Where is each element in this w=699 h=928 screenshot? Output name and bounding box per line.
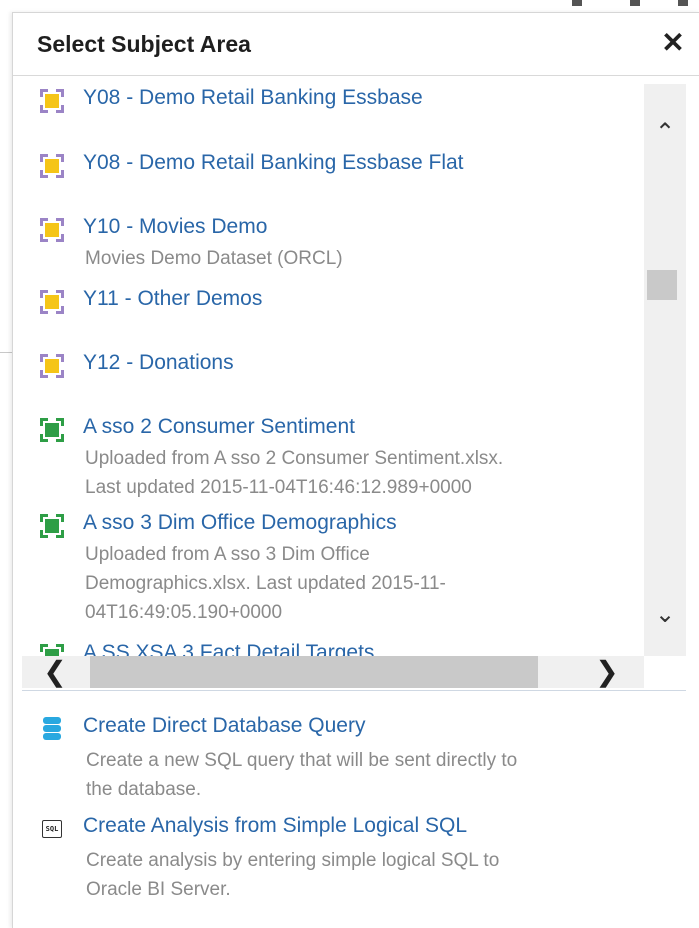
subject-area-list[interactable]: Y08 - Demo Retail Banking Essbase Y08 - D… <box>22 84 644 656</box>
subject-area-description: Uploaded from A sso 3 Dim Office <box>85 544 370 565</box>
action-description: Create a new SQL query that will be sent… <box>86 750 518 771</box>
dataset-cube-icon <box>40 644 64 656</box>
database-icon <box>43 717 61 740</box>
subject-area-name[interactable]: Y12 - Donations <box>83 351 234 375</box>
section-divider <box>22 690 686 691</box>
action-description: the database. <box>86 779 202 800</box>
subject-area-name[interactable]: A sso 2 Consumer Sentiment <box>83 415 355 439</box>
subject-area-name[interactable]: Y11 - Other Demos <box>83 287 262 311</box>
subject-area-name[interactable]: A sso 3 Dim Office Demographics <box>83 511 397 535</box>
scroll-up-icon[interactable]: ⌃ <box>652 120 678 146</box>
scroll-right-icon[interactable]: ❯ <box>592 657 622 687</box>
scroll-down-icon[interactable]: ⌄ <box>652 602 678 628</box>
essbase-cube-icon <box>40 89 64 113</box>
subject-area-description: Demographics.xlsx. Last updated 2015-11- <box>85 573 446 594</box>
action-description: Oracle BI Server. <box>86 879 231 900</box>
dialog-titlebar: Select Subject Area ✕ <box>13 13 699 76</box>
subject-area-description: Last updated 2015-11-04T16:46:12.989+000… <box>85 477 472 498</box>
essbase-cube-icon <box>40 290 64 314</box>
essbase-cube-icon <box>40 218 64 242</box>
subject-area-description: 04T16:49:05.190+0000 <box>85 602 283 623</box>
dataset-cube-icon <box>40 514 64 538</box>
dialog-title: Select Subject Area <box>37 31 251 57</box>
action-description: Create analysis by entering simple logic… <box>86 850 500 871</box>
background-divider <box>0 352 12 353</box>
action-link[interactable]: Create Analysis from Simple Logical SQL <box>83 814 467 838</box>
action-link[interactable]: Create Direct Database Query <box>83 714 365 738</box>
essbase-cube-icon <box>40 354 64 378</box>
subject-area-description: Movies Demo Dataset (ORCL) <box>85 248 343 269</box>
subject-area-name[interactable]: Y08 - Demo Retail Banking Essbase Flat <box>83 151 464 175</box>
scroll-left-icon[interactable]: ❮ <box>40 657 70 687</box>
essbase-cube-icon <box>40 154 64 178</box>
sql-icon: SQL <box>42 820 62 838</box>
background-page <box>0 0 12 927</box>
subject-area-description: Uploaded from A sso 2 Consumer Sentiment… <box>85 448 504 469</box>
vertical-scroll-thumb[interactable] <box>647 270 677 300</box>
subject-area-name[interactable]: Y08 - Demo Retail Banking Essbase <box>83 86 423 110</box>
subject-area-name[interactable]: A SS XSA 3 Fact Detail Targets <box>83 641 374 656</box>
close-icon[interactable]: ✕ <box>658 25 688 61</box>
horizontal-scroll-thumb[interactable] <box>90 656 538 688</box>
subject-area-name[interactable]: Y10 - Movies Demo <box>83 215 267 239</box>
horizontal-scrollbar[interactable]: ❮ ❯ <box>22 656 644 688</box>
dataset-cube-icon <box>40 418 64 442</box>
vertical-scrollbar[interactable]: ⌃ ⌄ <box>644 84 686 656</box>
background-toolbar <box>560 0 699 12</box>
